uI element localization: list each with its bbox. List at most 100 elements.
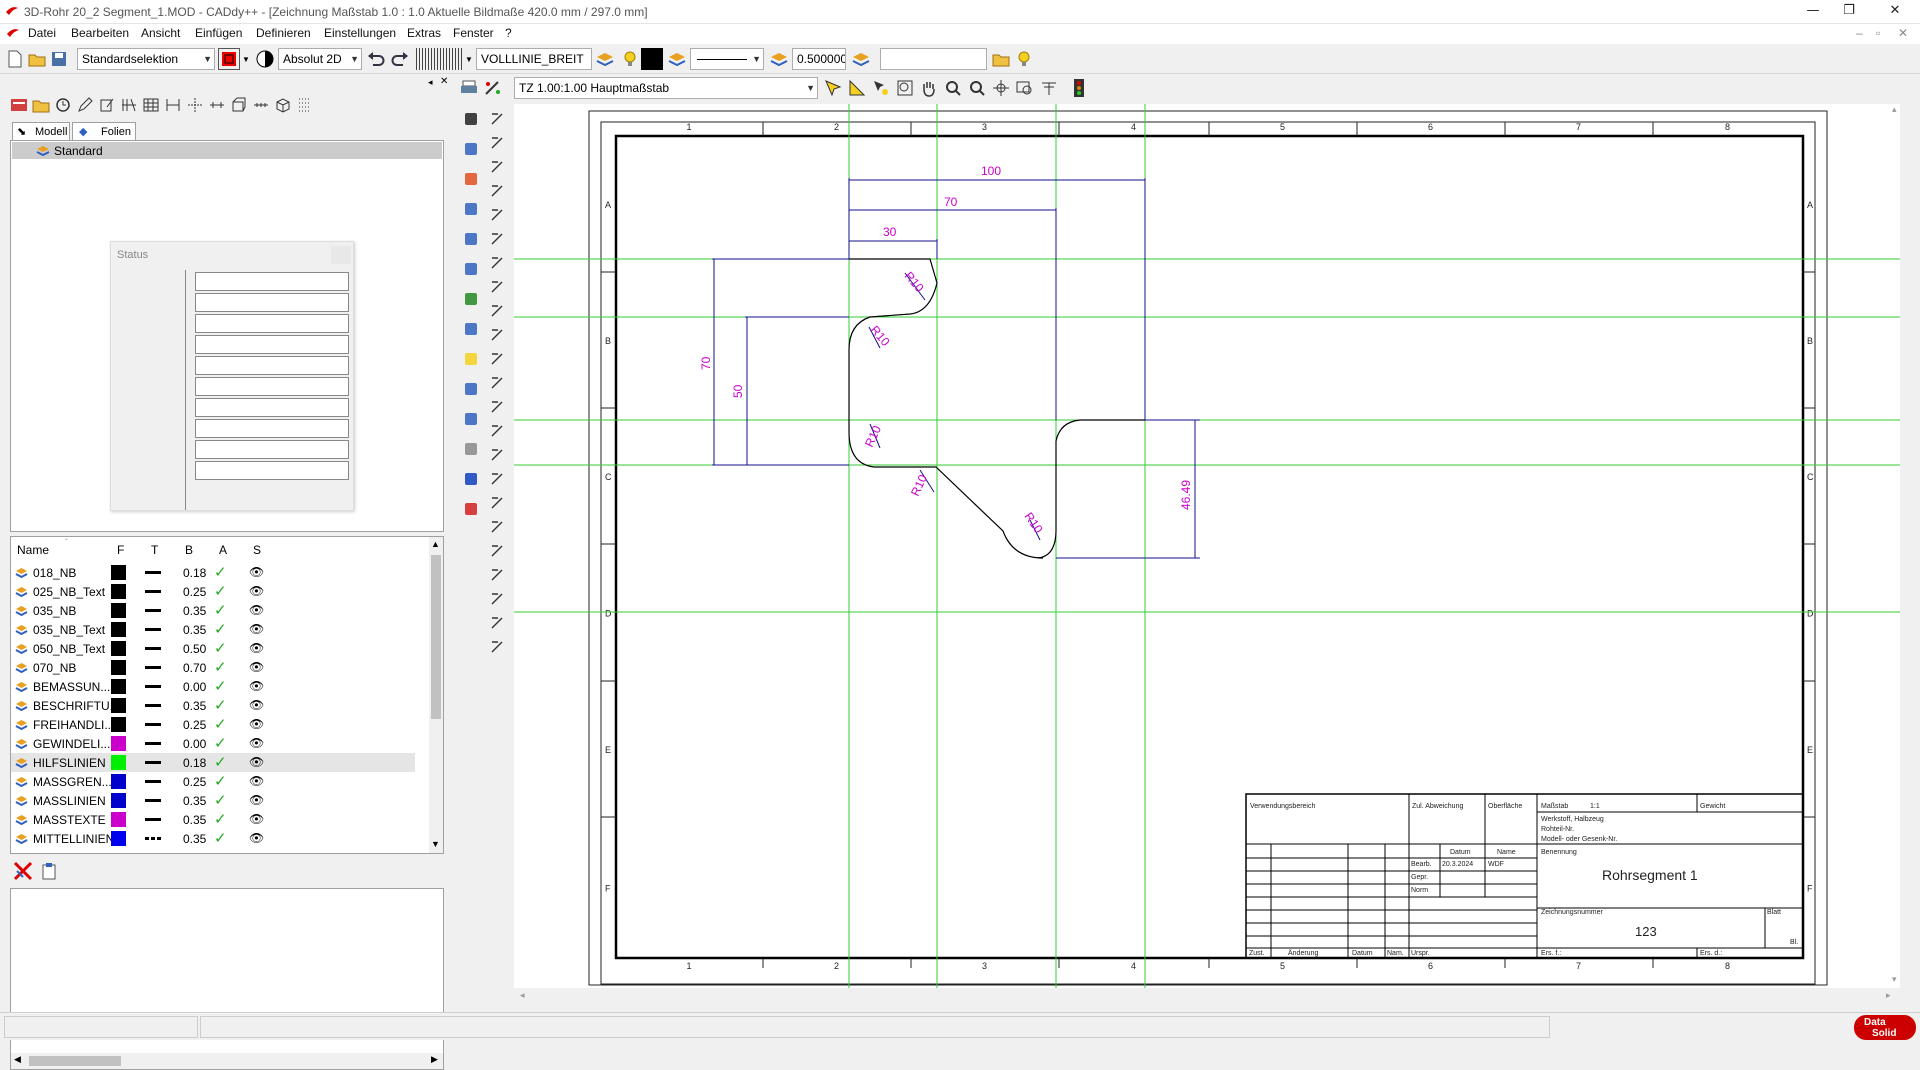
- folder-layer-icon[interactable]: [30, 94, 52, 116]
- layer-row[interactable]: HILFSLINIEN 0.18 ✓ 👁: [11, 753, 415, 772]
- layer-stack-icon[interactable]: [768, 48, 790, 70]
- active-check-icon[interactable]: ✓: [214, 753, 227, 771]
- scroll-up-icon[interactable]: ▲: [431, 539, 440, 549]
- active-check-icon[interactable]: ✓: [214, 791, 227, 809]
- line-tool-icon[interactable]: [460, 138, 482, 160]
- yellow-snap-icon[interactable]: [460, 348, 482, 370]
- selection-color-icon[interactable]: [218, 48, 240, 70]
- helpline-icon[interactable]: [118, 94, 140, 116]
- scale-bar-icon[interactable]: [486, 492, 508, 514]
- scroll-right-icon[interactable]: ▸: [1886, 990, 1891, 1001]
- col-name-header[interactable]: Name: [17, 543, 49, 557]
- zoom-all-icon[interactable]: [990, 77, 1012, 99]
- box-3d-icon[interactable]: [272, 94, 294, 116]
- layer-row[interactable]: 035_NB 0.35 ✓ 👁: [11, 601, 415, 620]
- scale-tool-icon[interactable]: [486, 420, 508, 442]
- layer-row[interactable]: MASSLINIEN 0.35 ✓ 👁: [11, 791, 415, 810]
- grid-icon[interactable]: [416, 48, 462, 70]
- point-snap-icon[interactable]: [486, 132, 508, 154]
- light-bulb-icon[interactable]: [617, 48, 639, 70]
- undo-icon[interactable]: [365, 48, 387, 70]
- pipe-segment-contour[interactable]: [848, 258, 1145, 559]
- layer-row[interactable]: BESCHRIFTU... 0.35 ✓ 👁: [11, 696, 415, 715]
- delete-icon[interactable]: [486, 612, 508, 634]
- save-icon[interactable]: [48, 48, 70, 70]
- incl-icon[interactable]: [486, 156, 508, 178]
- traffic-light-icon[interactable]: [1068, 77, 1090, 99]
- layer-row[interactable]: 018_NB 0.18 ✓ 👁: [11, 563, 415, 582]
- layer-linetype[interactable]: [145, 818, 161, 821]
- hatch-pattern-icon[interactable]: [460, 438, 482, 460]
- clipboard-icon[interactable]: [38, 860, 60, 882]
- layer-stack-icon[interactable]: [666, 48, 688, 70]
- fixed-icon[interactable]: [486, 516, 508, 538]
- layer-color-swatch[interactable]: [111, 660, 126, 675]
- drawing-canvas[interactable]: 1122334455667788AABBCCDDEEFF 100 70 30 7…: [514, 104, 1900, 988]
- visibility-eye-icon[interactable]: 👁: [249, 641, 264, 655]
- pencil-icon[interactable]: [74, 94, 96, 116]
- layer-linetype[interactable]: [145, 628, 161, 631]
- panel-close-icon[interactable]: ✕: [440, 76, 448, 87]
- coord-mode-select[interactable]: Absolut 2D ▼: [278, 48, 362, 70]
- visibility-eye-icon[interactable]: 👁: [249, 774, 264, 788]
- diameter-icon[interactable]: [486, 276, 508, 298]
- mdi-minimize-button[interactable]: –: [1856, 26, 1863, 40]
- maximize-button[interactable]: ❐: [1826, 0, 1872, 22]
- zoom-previous-icon[interactable]: [942, 77, 964, 99]
- layer-color-swatch[interactable]: [111, 736, 126, 751]
- layout-icon[interactable]: [1038, 77, 1060, 99]
- light-bulb-icon[interactable]: [1013, 48, 1035, 70]
- cursor-star-icon[interactable]: [870, 77, 892, 99]
- coordinate-icon[interactable]: [486, 300, 508, 322]
- mdi-close-button[interactable]: ✕: [1898, 26, 1908, 40]
- layer-linetype[interactable]: [145, 761, 161, 764]
- layer-linetype[interactable]: [145, 723, 161, 726]
- layer-linetype[interactable]: [145, 647, 161, 650]
- lightning-icon[interactable]: [486, 180, 508, 202]
- layer-list-scrollbar[interactable]: ▲ ▼: [429, 537, 443, 853]
- chevron-down-icon[interactable]: ▼: [465, 55, 473, 64]
- mouse-icon[interactable]: [486, 252, 508, 274]
- layer-row[interactable]: 035_NB_Text 0.35 ✓ 👁: [11, 620, 415, 639]
- canvas-vscrollbar[interactable]: ▴ ▾: [1892, 104, 1900, 988]
- layer-stack-icon[interactable]: [594, 48, 616, 70]
- pointer-tool-icon[interactable]: [822, 77, 844, 99]
- scroll-up-icon[interactable]: ▴: [1892, 104, 1897, 115]
- active-check-icon[interactable]: ✓: [214, 582, 227, 600]
- mdi-restore-button[interactable]: ▫: [1876, 26, 1880, 40]
- angle-icon[interactable]: [486, 228, 508, 250]
- caddy-doc-icon[interactable]: [6, 27, 20, 39]
- selection-mode-select[interactable]: Standardselektion ▼: [77, 48, 215, 70]
- hatch-tool-icon[interactable]: [460, 228, 482, 250]
- layer-row[interactable]: FREIHANDLI... 0.25 ✓ 👁: [11, 715, 415, 734]
- layer-linetype[interactable]: [145, 742, 161, 745]
- tree-item-standard[interactable]: Standard: [12, 142, 442, 159]
- active-check-icon[interactable]: ✓: [214, 734, 227, 752]
- rotate-icon[interactable]: [460, 258, 482, 280]
- col-s-header[interactable]: S: [253, 543, 261, 557]
- color-swatch-black[interactable]: [641, 48, 663, 70]
- active-check-icon[interactable]: ✓: [214, 829, 227, 847]
- redo-icon[interactable]: [389, 48, 411, 70]
- layer-row[interactable]: GEWINDELI... 0.00 ✓ 👁: [11, 734, 415, 753]
- active-check-icon[interactable]: ✓: [214, 601, 227, 619]
- active-check-icon[interactable]: ✓: [214, 696, 227, 714]
- menu-help[interactable]: ?: [505, 26, 512, 40]
- layer-row[interactable]: MITTELLINIEN 0.35 ✓ 👁: [11, 829, 415, 848]
- scale-select[interactable]: TZ 1.00:1.00 Hauptmaßstab ▼: [514, 77, 818, 99]
- line-width-field[interactable]: 0.500000: [792, 48, 846, 70]
- delete-layer-icon[interactable]: [12, 860, 34, 882]
- menu-datei[interactable]: Datei: [28, 26, 56, 40]
- menu-ansicht[interactable]: Ansicht: [141, 26, 180, 40]
- layer-row[interactable]: MASSTEXTE 0.35 ✓ 👁: [11, 810, 415, 829]
- menu-bearbeiten[interactable]: Bearbeiten: [71, 26, 129, 40]
- status-dialog-close-button[interactable]: [331, 246, 351, 264]
- layer-color-swatch[interactable]: [111, 717, 126, 732]
- select-arrow-icon[interactable]: [460, 108, 482, 130]
- visibility-eye-icon[interactable]: 👁: [249, 698, 264, 712]
- menu-fenster[interactable]: Fenster: [453, 26, 494, 40]
- layer-linetype[interactable]: [145, 590, 161, 593]
- point-icon[interactable]: [460, 198, 482, 220]
- visibility-eye-icon[interactable]: 👁: [249, 603, 264, 617]
- col-a-header[interactable]: A: [219, 543, 227, 557]
